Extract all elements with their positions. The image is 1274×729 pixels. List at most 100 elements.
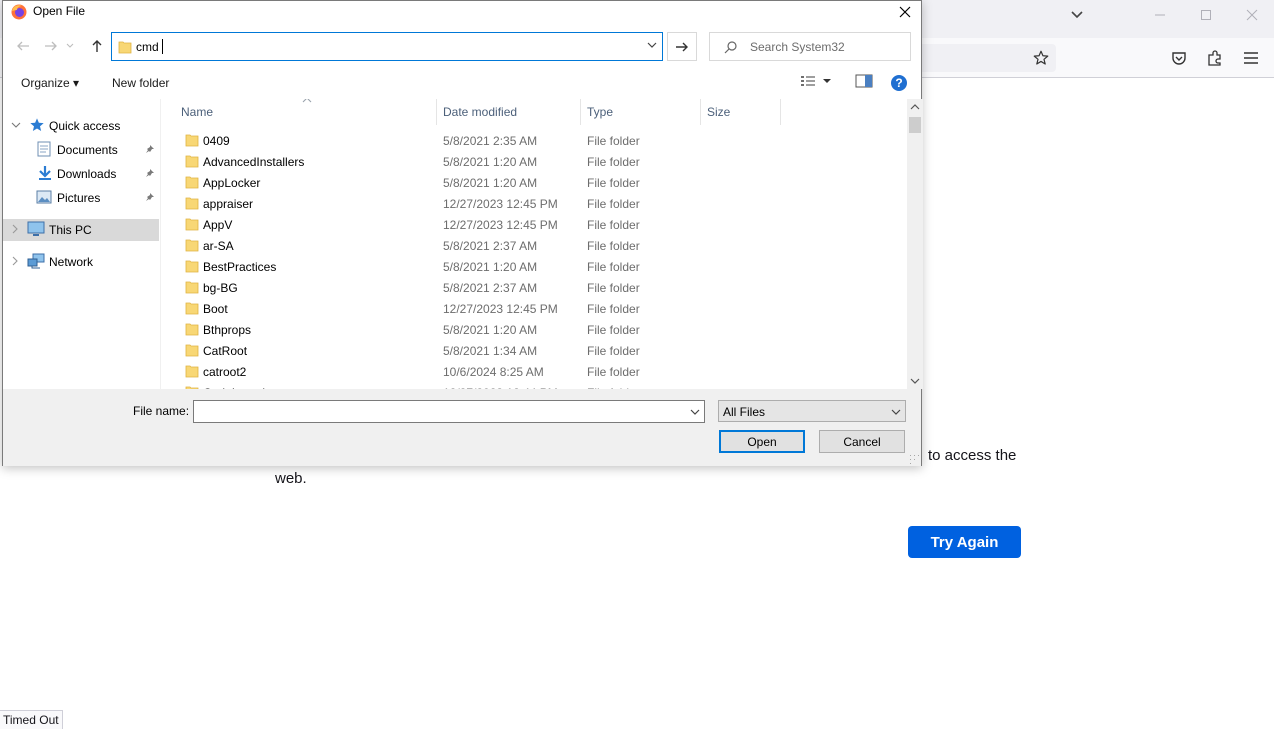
nav-item-pictures[interactable]: Pictures (3, 187, 159, 209)
organize-menu[interactable]: Organize ▾ (21, 76, 79, 90)
file-date-modified: 5/8/2021 1:20 AM (443, 176, 538, 190)
file-row[interactable]: Boot 12/27/2023 12:45 PM File folder (163, 298, 907, 319)
cancel-button[interactable]: Cancel (819, 430, 905, 453)
file-date-modified: 12/27/2023 12:45 PM (443, 302, 558, 316)
file-name: ar-SA (203, 239, 234, 253)
file-row[interactable]: CodeIntegrity12/27/2023 12:44 PMFile fol… (163, 382, 907, 389)
column-header-date-modified[interactable]: Date modified (437, 99, 581, 125)
file-date-modified: 5/8/2021 1:20 AM (443, 323, 538, 337)
bookmark-star-icon[interactable] (1029, 46, 1053, 70)
file-type: File folder (587, 155, 640, 169)
file-date-modified: 5/8/2021 2:35 AM (443, 134, 538, 148)
pin-icon[interactable] (145, 168, 155, 181)
open-button[interactable]: Open (719, 430, 805, 453)
file-row[interactable]: catroot2 10/6/2024 8:25 AM File folder (163, 361, 907, 382)
forward-arrow-icon[interactable] (41, 37, 61, 55)
folder-icon (185, 364, 199, 381)
error-message-line2: web. (275, 470, 307, 487)
file-type-chevron-icon (891, 406, 901, 420)
hamburger-menu-icon[interactable] (1239, 46, 1263, 70)
folder-icon (118, 40, 132, 57)
maximize-icon[interactable] (1191, 4, 1221, 26)
search-input[interactable]: Search System32 (709, 32, 911, 61)
file-type: File folder (587, 239, 640, 253)
nav-item-downloads[interactable]: Downloads (3, 163, 159, 185)
resize-grip-icon[interactable]: ··· ·· · (909, 451, 921, 468)
file-row[interactable]: Bthprops 5/8/2021 1:20 AM File folder (163, 319, 907, 340)
file-type: File folder (587, 176, 640, 190)
text-caret (162, 39, 163, 54)
column-header-type[interactable]: Type (581, 99, 701, 125)
folder-icon (185, 217, 199, 234)
nav-item-documents[interactable]: Documents (3, 139, 159, 161)
nav-label: This PC (49, 223, 92, 237)
nav-label: Documents (57, 143, 118, 157)
column-header-size[interactable]: Size (701, 99, 781, 125)
file-row[interactable]: BestPractices 5/8/2021 1:20 AM File folder (163, 256, 907, 277)
expanded-chevron-icon[interactable] (11, 121, 21, 132)
file-type: File folder (587, 302, 640, 316)
extensions-icon[interactable] (1203, 46, 1227, 70)
file-name: AdvancedInstallers (203, 155, 305, 169)
file-name: appraiser (203, 197, 254, 211)
file-date-modified: 5/8/2021 1:34 AM (443, 344, 538, 358)
recent-locations-chevron-icon[interactable] (63, 37, 77, 55)
back-arrow-icon[interactable] (13, 37, 33, 55)
up-arrow-icon[interactable] (87, 37, 107, 55)
close-window-icon[interactable] (1237, 4, 1267, 26)
dialog-title: Open File (33, 4, 86, 18)
folder-icon (185, 322, 199, 339)
new-folder-button[interactable]: New folder (112, 76, 169, 90)
file-row[interactable]: AdvancedInstallers 5/8/2021 1:20 AM File f… (163, 151, 907, 172)
collapsed-chevron-icon[interactable] (11, 224, 19, 237)
open-file-dialog: Open File cmd Search System32 Organize ▾… (2, 0, 923, 468)
tab-list-chevron-icon[interactable] (1062, 4, 1092, 26)
file-type: File folder (587, 134, 640, 148)
collapsed-chevron-icon[interactable] (11, 256, 19, 269)
dialog-close-icon[interactable] (893, 1, 917, 23)
pocket-icon[interactable] (1167, 46, 1191, 70)
go-button[interactable] (667, 32, 697, 61)
file-row[interactable]: 0409 5/8/2021 2:35 AM File folder (163, 130, 907, 151)
file-row[interactable]: bg-BG 5/8/2021 2:37 AM File folder (163, 277, 907, 298)
address-bar[interactable]: cmd (111, 32, 663, 61)
scroll-down-arrow-icon[interactable] (910, 377, 920, 386)
folder-icon (185, 259, 199, 276)
folder-icon (185, 175, 199, 192)
file-date-modified: 5/8/2021 1:20 AM (443, 155, 538, 169)
file-row[interactable]: appraiser 12/27/2023 12:45 PM File folder (163, 193, 907, 214)
network-icon (27, 253, 45, 272)
column-header-name[interactable]: Name (175, 99, 437, 125)
scrollbar-thumb[interactable] (909, 117, 921, 133)
file-row[interactable]: ar-SA 5/8/2021 2:37 AM File folder (163, 235, 907, 256)
file-name: AppLocker (203, 176, 261, 190)
search-icon (724, 40, 738, 57)
address-dropdown-chevron-icon[interactable] (646, 39, 658, 54)
nav-item-this-pc[interactable]: This PC (3, 219, 159, 241)
help-icon[interactable]: ? (891, 75, 907, 91)
file-row[interactable]: CatRoot 5/8/2021 1:34 AM File folder (163, 340, 907, 361)
minimize-icon[interactable] (1145, 4, 1175, 26)
file-type: File folder (587, 344, 640, 358)
file-name-dropdown-chevron-icon[interactable] (690, 406, 700, 420)
pin-icon[interactable] (145, 192, 155, 205)
file-row[interactable]: AppLocker 5/8/2021 1:20 AM File folder (163, 172, 907, 193)
file-date-modified: 12/27/2023 12:45 PM (443, 218, 558, 232)
file-type-select[interactable]: All Files (718, 400, 906, 422)
vertical-scrollbar[interactable] (907, 99, 923, 389)
pin-icon[interactable] (145, 144, 155, 157)
file-row[interactable]: AppV 12/27/2023 12:45 PM File folder (163, 214, 907, 235)
scroll-up-arrow-icon[interactable] (910, 103, 920, 112)
try-again-button[interactable]: Try Again (908, 526, 1021, 558)
file-type: File folder (587, 218, 640, 232)
file-name: BestPractices (203, 260, 277, 274)
change-view-button[interactable] (800, 74, 832, 88)
status-bar: Timed Out (0, 710, 63, 729)
preview-pane-button[interactable] (855, 74, 873, 88)
nav-item-quick-access[interactable]: Quick access (3, 115, 159, 137)
command-bar: Organize ▾ New folder (3, 67, 921, 99)
details-view-icon (801, 76, 815, 86)
file-name-input[interactable] (193, 400, 705, 423)
file-date-modified: 5/8/2021 2:37 AM (443, 239, 538, 253)
nav-item-network[interactable]: Network (3, 251, 159, 273)
